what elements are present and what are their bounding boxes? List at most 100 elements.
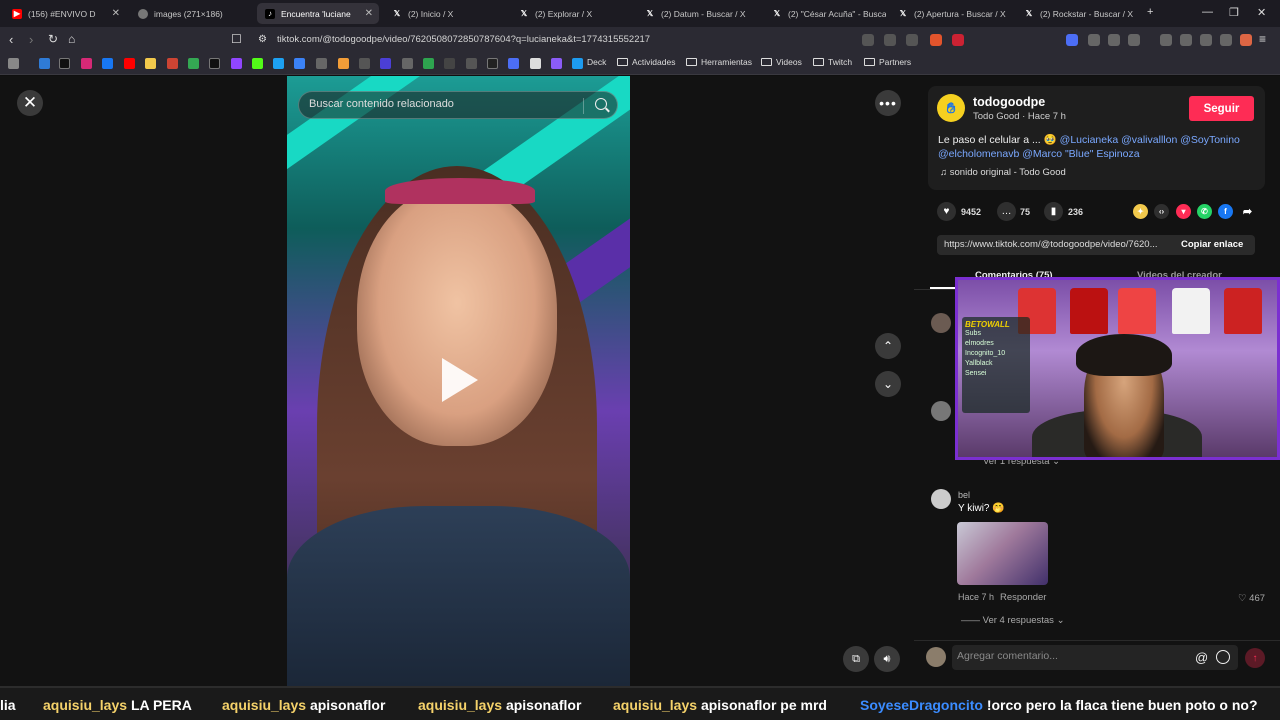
bookmark-folder-twitch[interactable]: Twitch [813, 57, 852, 67]
extension-icon[interactable] [1066, 34, 1078, 46]
browser-tab[interactable]: 𝕏 (2) Rockstar - Buscar / X [1016, 3, 1138, 24]
sound-link[interactable]: ♫ sonido original - Todo Good [940, 167, 1066, 178]
view-replies-link[interactable]: —— Ver 4 respuestas ⌄ [961, 615, 1065, 626]
browser-tab[interactable]: 𝕏 (2) "César Acuña" - Buscar [764, 3, 886, 24]
browser-tab[interactable]: 𝕏 (2) Apertura - Buscar / X [890, 3, 1012, 24]
emoji-icon[interactable] [1216, 650, 1230, 664]
browser-tab[interactable]: 𝕏 (2) Inicio / X [384, 3, 506, 24]
back-icon[interactable]: ‹ [9, 32, 13, 47]
play-icon[interactable] [442, 358, 478, 402]
follow-button[interactable]: Seguir [1189, 96, 1254, 121]
extension-icon[interactable] [1088, 34, 1100, 46]
browser-tab[interactable]: 𝕏 (2) Explorar / X [511, 3, 633, 24]
extensions-icon[interactable] [1108, 34, 1120, 46]
send-icon[interactable]: ▾ [1176, 204, 1191, 219]
bookmark-folder-videos[interactable]: Videos [761, 57, 802, 67]
previous-video-button[interactable]: ⌃ [875, 333, 901, 359]
sidebar-icon[interactable] [1128, 34, 1140, 46]
youtube-icon[interactable] [124, 58, 135, 69]
deck-icon[interactable] [572, 58, 583, 69]
more-options-button[interactable]: ••• [875, 90, 901, 116]
close-window-icon[interactable]: ✕ [1257, 6, 1266, 19]
bookmark-icon[interactable] [167, 58, 178, 69]
reload-icon[interactable]: ↻ [48, 32, 58, 46]
browser-tab-active[interactable]: ♪ Encuentra 'luciane ✕ [257, 3, 379, 24]
bookmark-icon[interactable] [338, 58, 349, 69]
author-avatar[interactable]: ✋︎ [937, 94, 965, 122]
bookmark-icon[interactable] [508, 58, 519, 69]
vpn-icon[interactable] [1220, 34, 1232, 46]
mention-icon[interactable]: @ [1195, 650, 1208, 665]
minimize-icon[interactable]: — [1202, 6, 1213, 18]
bookmark-icon[interactable] [402, 58, 413, 69]
comment-like-button[interactable]: ♡ 467 [1238, 593, 1265, 604]
like-icon[interactable]: ♥ [937, 202, 956, 221]
new-tab-icon[interactable]: + [1147, 6, 1153, 18]
bookmark-icon[interactable] [145, 58, 156, 69]
volume-button[interactable]: 🔊︎ [874, 646, 900, 672]
bookmark-folder-partners[interactable]: Partners [864, 57, 911, 67]
rewards-icon[interactable] [952, 34, 964, 46]
bookmark-icon[interactable] [359, 58, 370, 69]
related-search-box[interactable] [298, 91, 618, 119]
commenter-avatar[interactable] [931, 401, 951, 421]
commenter-avatar[interactable] [931, 313, 951, 333]
brave-shield-icon[interactable] [930, 34, 942, 46]
embed-icon[interactable]: ‹› [1154, 204, 1169, 219]
bookmark-icon[interactable] [316, 58, 327, 69]
copy-link-button[interactable]: Copiar enlace [1181, 239, 1243, 250]
bookmark-deck[interactable]: Deck [587, 57, 606, 67]
comment-image[interactable] [957, 522, 1048, 585]
bookmark-folder-actividades[interactable]: Actividades [617, 57, 675, 67]
related-search-input[interactable] [309, 98, 579, 110]
video-link[interactable]: https://www.tiktok.com/@todogoodpe/video… [944, 239, 1172, 250]
commenter-name[interactable]: bel [958, 490, 970, 500]
browser-tab[interactable]: 𝕏 (2) Datum - Buscar / X [637, 3, 759, 24]
wallet-icon[interactable] [1180, 34, 1192, 46]
apps-icon[interactable] [8, 58, 19, 69]
kick-icon[interactable] [252, 58, 263, 69]
share-icon[interactable] [906, 34, 918, 46]
next-video-button[interactable]: ⌄ [875, 371, 901, 397]
search-icon[interactable] [595, 98, 607, 110]
instagram-icon[interactable] [81, 58, 92, 69]
twitch-icon[interactable] [231, 58, 242, 69]
save-icon[interactable]: ▮ [1044, 202, 1063, 221]
bookmark-icon[interactable] [444, 58, 455, 69]
url-field[interactable]: tiktok.com/@todogoodpe/video/76205080728… [277, 34, 650, 45]
bookmark-folder-herramientas[interactable]: Herramientas [686, 57, 752, 67]
bookmark-icon[interactable] [466, 58, 477, 69]
browser-tab[interactable]: ▶ (156) #ENVIVO D ✕ [4, 3, 126, 24]
extension-icon[interactable] [884, 34, 896, 46]
bookmark-icon[interactable] [39, 58, 50, 69]
bookmark-icon[interactable] [551, 58, 562, 69]
close-tab-icon[interactable]: ✕ [365, 8, 373, 19]
browser-tab[interactable]: images (271×186) [130, 3, 252, 24]
share-arrow-icon[interactable]: ➦ [1240, 204, 1255, 219]
maximize-icon[interactable]: ❐ [1229, 6, 1239, 19]
bookmark-icon[interactable] [487, 58, 498, 69]
picture-in-picture-button[interactable]: ⧉ [843, 646, 869, 672]
author-name[interactable]: todogoodpe [973, 95, 1045, 109]
facebook-icon[interactable] [102, 58, 113, 69]
music-icon[interactable] [1160, 34, 1172, 46]
x-icon[interactable] [209, 58, 220, 69]
close-player-button[interactable]: ✕ [17, 90, 43, 116]
whatsapp-icon[interactable]: ✆ [1197, 204, 1212, 219]
forward-icon[interactable]: › [29, 32, 33, 47]
commenter-avatar[interactable] [931, 489, 951, 509]
home-icon[interactable]: ⌂ [68, 32, 75, 46]
bookmark-icon[interactable] [188, 58, 199, 69]
extension-icon[interactable] [1240, 34, 1252, 46]
site-info-icon[interactable]: ⚙ [258, 34, 267, 45]
tiktok-icon[interactable] [59, 58, 70, 69]
post-comment-button[interactable]: ↑ [1245, 648, 1265, 668]
bookmark-icon[interactable] [530, 58, 541, 69]
bookmark-icon[interactable] [273, 58, 284, 69]
leo-icon[interactable] [1200, 34, 1212, 46]
menu-icon[interactable]: ≡ [1259, 32, 1266, 46]
bookmark-icon[interactable] [294, 58, 305, 69]
close-tab-icon[interactable]: ✕ [112, 8, 120, 19]
comment-input[interactable] [957, 650, 1187, 662]
facebook-icon[interactable]: f [1218, 204, 1233, 219]
